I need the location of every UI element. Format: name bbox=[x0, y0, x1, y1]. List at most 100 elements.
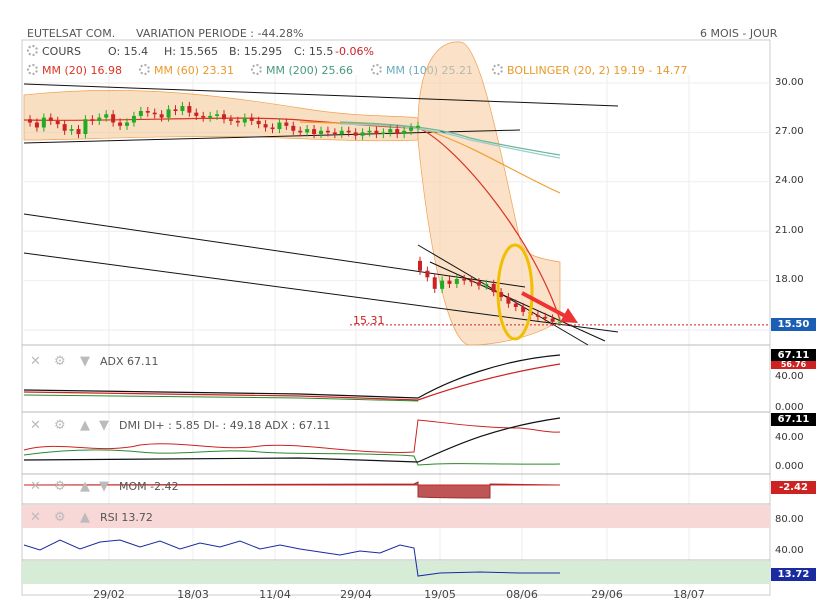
rsi-tick-80: 80.00 bbox=[775, 514, 804, 525]
candle bbox=[521, 306, 526, 312]
candle bbox=[425, 270, 430, 278]
candle bbox=[543, 316, 548, 319]
candle bbox=[484, 283, 489, 286]
rsi-tick-40: 40.00 bbox=[775, 545, 804, 556]
arrow-down-icon[interactable]: ▼ bbox=[99, 418, 109, 433]
adx-tick-40: 40.00 bbox=[775, 371, 804, 382]
y-tick-18: 18.00 bbox=[775, 274, 804, 285]
x-tick-0: 29/02 bbox=[93, 588, 125, 601]
candle bbox=[447, 280, 452, 284]
gear-icon[interactable]: ⚙ bbox=[54, 354, 66, 369]
candle bbox=[550, 318, 555, 322]
candle bbox=[180, 106, 185, 111]
arrow-down-icon[interactable]: ▼ bbox=[80, 354, 90, 369]
close-icon[interactable]: ✕ bbox=[30, 510, 41, 525]
candle bbox=[152, 112, 157, 115]
candle bbox=[409, 127, 414, 131]
ref-price-label: 15.31 bbox=[353, 314, 385, 327]
candle bbox=[48, 117, 53, 121]
candle bbox=[367, 130, 372, 133]
candle bbox=[535, 315, 540, 317]
rsi-oversold-zone bbox=[22, 561, 770, 584]
candle bbox=[145, 110, 150, 113]
candle bbox=[506, 297, 511, 304]
candle bbox=[34, 122, 39, 128]
candle bbox=[270, 127, 275, 130]
candle bbox=[208, 115, 213, 118]
candle bbox=[305, 129, 310, 133]
candle bbox=[235, 120, 240, 123]
arrow-up-icon[interactable]: ▲ bbox=[80, 418, 90, 433]
candle bbox=[346, 130, 351, 133]
adx-badge-2: 56.76 bbox=[771, 361, 816, 369]
dmi-tick-0: 0.000 bbox=[775, 461, 804, 472]
gear-icon[interactable]: ⚙ bbox=[54, 418, 66, 433]
x-tick-3: 29/04 bbox=[340, 588, 372, 601]
mom-badge: -2.42 bbox=[771, 481, 816, 494]
gear-icon[interactable]: ⚙ bbox=[54, 510, 66, 525]
candle bbox=[513, 303, 518, 307]
arrow-up-icon[interactable]: ▲ bbox=[80, 510, 90, 525]
candle bbox=[83, 119, 88, 135]
last-price-badge: 15.50 bbox=[771, 318, 816, 331]
candle bbox=[325, 130, 330, 133]
candle bbox=[69, 129, 74, 131]
candle bbox=[201, 115, 206, 118]
candle bbox=[104, 114, 109, 118]
rsi-label: RSI 13.72 bbox=[100, 511, 153, 524]
candle bbox=[187, 106, 192, 113]
x-tick-6: 29/06 bbox=[591, 588, 623, 601]
gear-icon[interactable]: ⚙ bbox=[54, 479, 66, 494]
candle bbox=[111, 114, 116, 123]
candle bbox=[476, 282, 481, 286]
candle bbox=[388, 129, 393, 133]
dmi-badge: 67.11 bbox=[771, 413, 816, 426]
x-tick-7: 18/07 bbox=[673, 588, 705, 601]
candle bbox=[173, 109, 178, 111]
candle bbox=[228, 119, 233, 121]
candle bbox=[62, 124, 67, 131]
candle bbox=[360, 132, 365, 136]
candle bbox=[319, 130, 323, 135]
close-icon[interactable]: ✕ bbox=[30, 479, 41, 494]
candle bbox=[90, 119, 95, 121]
candle bbox=[454, 278, 459, 284]
candle bbox=[374, 130, 379, 135]
candle bbox=[41, 117, 46, 128]
candle bbox=[249, 117, 254, 121]
candle bbox=[298, 130, 303, 133]
x-tick-1: 18/03 bbox=[177, 588, 209, 601]
y-tick-30: 30.00 bbox=[775, 77, 804, 88]
close-icon[interactable]: ✕ bbox=[30, 418, 41, 433]
candle bbox=[440, 280, 445, 289]
candle bbox=[462, 278, 467, 281]
adx-tick-0: 0.000 bbox=[775, 402, 804, 413]
candle bbox=[491, 283, 496, 293]
candle bbox=[242, 117, 247, 123]
y-tick-24: 24.00 bbox=[775, 175, 804, 186]
bollinger-band bbox=[23, 90, 419, 142]
arrow-up-icon[interactable]: ▲ bbox=[80, 479, 90, 494]
candle bbox=[402, 130, 407, 135]
candle bbox=[76, 129, 81, 135]
x-tick-2: 11/04 bbox=[259, 588, 291, 601]
candle bbox=[381, 132, 386, 135]
candle bbox=[138, 110, 143, 116]
y-tick-27: 27.00 bbox=[775, 126, 804, 137]
arrow-down-icon[interactable]: ▼ bbox=[99, 479, 109, 494]
candle bbox=[332, 132, 337, 135]
candle bbox=[416, 125, 420, 128]
candle bbox=[55, 120, 60, 125]
candle bbox=[97, 117, 102, 121]
close-icon[interactable]: ✕ bbox=[30, 354, 41, 369]
candle bbox=[256, 120, 261, 125]
candle bbox=[418, 260, 422, 271]
candle bbox=[312, 129, 317, 135]
x-tick-4: 19/05 bbox=[424, 588, 456, 601]
di-plus-line bbox=[23, 449, 561, 466]
rsi-badge: 13.72 bbox=[771, 568, 816, 581]
candle bbox=[395, 129, 400, 135]
mom-label: MOM -2.42 bbox=[119, 480, 179, 493]
candle bbox=[469, 280, 474, 283]
candle bbox=[222, 114, 226, 120]
